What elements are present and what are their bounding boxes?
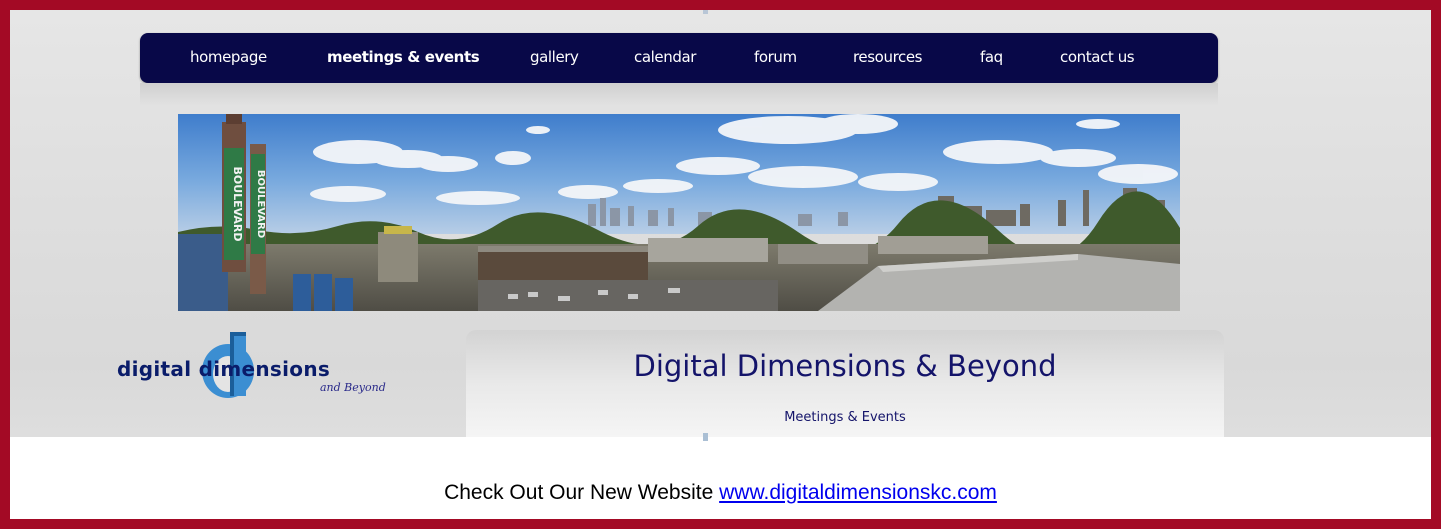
nav-forum[interactable]: forum	[754, 33, 797, 83]
nav-gallery[interactable]: gallery	[530, 33, 579, 83]
top-divider-marker	[703, 10, 708, 14]
nav-calendar[interactable]: calendar	[634, 33, 696, 83]
nav-faq[interactable]: faq	[980, 33, 1003, 83]
nav-contact-us[interactable]: contact us	[1060, 33, 1135, 83]
chimney-sign-text: BOULEVARD	[231, 166, 244, 241]
new-website-link[interactable]: www.digitaldimensionskc.com	[719, 481, 997, 504]
content-area: Check Out Our New Website www.digitaldim…	[10, 437, 1431, 519]
site-logo[interactable]: digital dimensions and Beyond	[110, 330, 400, 410]
nav-meetings-events[interactable]: meetings & events	[327, 33, 480, 83]
main-nav: homepage meetings & events gallery calen…	[140, 33, 1218, 83]
new-website-notice: Check Out Our New Website www.digitaldim…	[10, 481, 1431, 505]
mid-divider-marker	[703, 433, 708, 441]
nav-resources[interactable]: resources	[853, 33, 922, 83]
page-subtitle: Meetings & Events	[784, 410, 906, 425]
logo-tagline: and Beyond	[320, 381, 386, 394]
page-header: Digital Dimensions & Beyond Meetings & E…	[466, 330, 1224, 450]
logo-wordmark: digital dimensions	[117, 357, 331, 381]
page-frame: homepage meetings & events gallery calen…	[10, 10, 1431, 519]
site-title: Digital Dimensions & Beyond	[633, 349, 1057, 383]
notice-text: Check Out Our New Website	[444, 481, 714, 504]
banner-image: BOULEVARD BOULEVARD	[178, 114, 1180, 311]
chimney-sign-text-2: BOULEVARD	[255, 170, 266, 238]
nav-homepage[interactable]: homepage	[190, 33, 267, 83]
